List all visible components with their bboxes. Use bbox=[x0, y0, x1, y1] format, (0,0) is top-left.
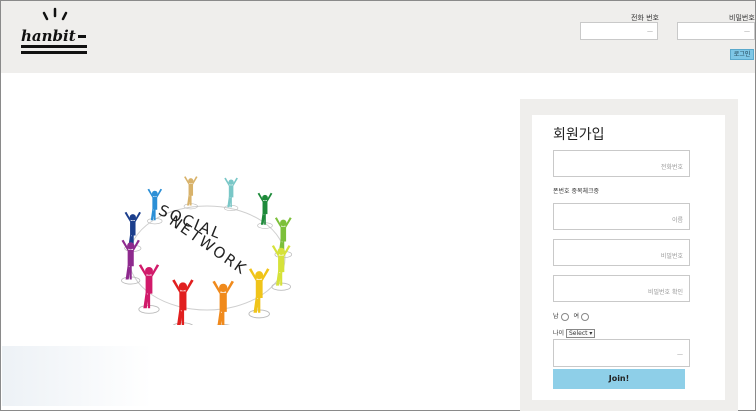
decorative-fade bbox=[2, 346, 152, 406]
join-button[interactable]: Join! bbox=[553, 369, 685, 389]
gender-male-label: 남 bbox=[553, 313, 559, 320]
person-figure bbox=[212, 280, 234, 325]
phone-input[interactable]: — bbox=[580, 22, 658, 40]
age-group: 나이 Select ▾ bbox=[553, 328, 596, 338]
top-header: hanbit 전화 번호 — 비밀번호 — 로그인 bbox=[1, 1, 755, 73]
person-figure bbox=[183, 176, 198, 210]
person-figure bbox=[257, 192, 273, 229]
signup-phone-input[interactable]: 전화번호 bbox=[553, 150, 690, 177]
hanbit-logo[interactable]: hanbit bbox=[19, 7, 91, 59]
logo-text: hanbit bbox=[21, 27, 76, 45]
person-figure bbox=[121, 239, 141, 285]
person-figure bbox=[223, 177, 239, 211]
password-input[interactable]: — bbox=[677, 22, 755, 40]
gender-female-label: 여 bbox=[573, 313, 579, 320]
gender-group: 남 여 bbox=[553, 311, 592, 321]
duplicate-check-note: 폰번호 중복체크중 bbox=[553, 188, 600, 195]
signup-password-confirm-input[interactable]: 비밀번호 확인 bbox=[553, 275, 690, 302]
signup-title: 회원가입 bbox=[553, 127, 605, 143]
person-figure bbox=[248, 268, 270, 319]
signup-extra-input[interactable]: — bbox=[553, 339, 690, 367]
person-figure bbox=[172, 279, 194, 325]
login-button[interactable]: 로그인 bbox=[730, 49, 754, 60]
social-network-graphic: SOCIAL NETWORK bbox=[121, 176, 293, 325]
age-select[interactable]: Select ▾ bbox=[565, 329, 596, 338]
gender-female-radio[interactable] bbox=[580, 312, 589, 321]
gender-male-radio[interactable] bbox=[560, 312, 569, 321]
signup-name-input[interactable]: 이름 bbox=[553, 203, 690, 230]
signup-password-input[interactable]: 비밀번호 bbox=[553, 239, 690, 266]
age-label: 나이 bbox=[553, 330, 565, 337]
person-figure bbox=[138, 264, 160, 314]
